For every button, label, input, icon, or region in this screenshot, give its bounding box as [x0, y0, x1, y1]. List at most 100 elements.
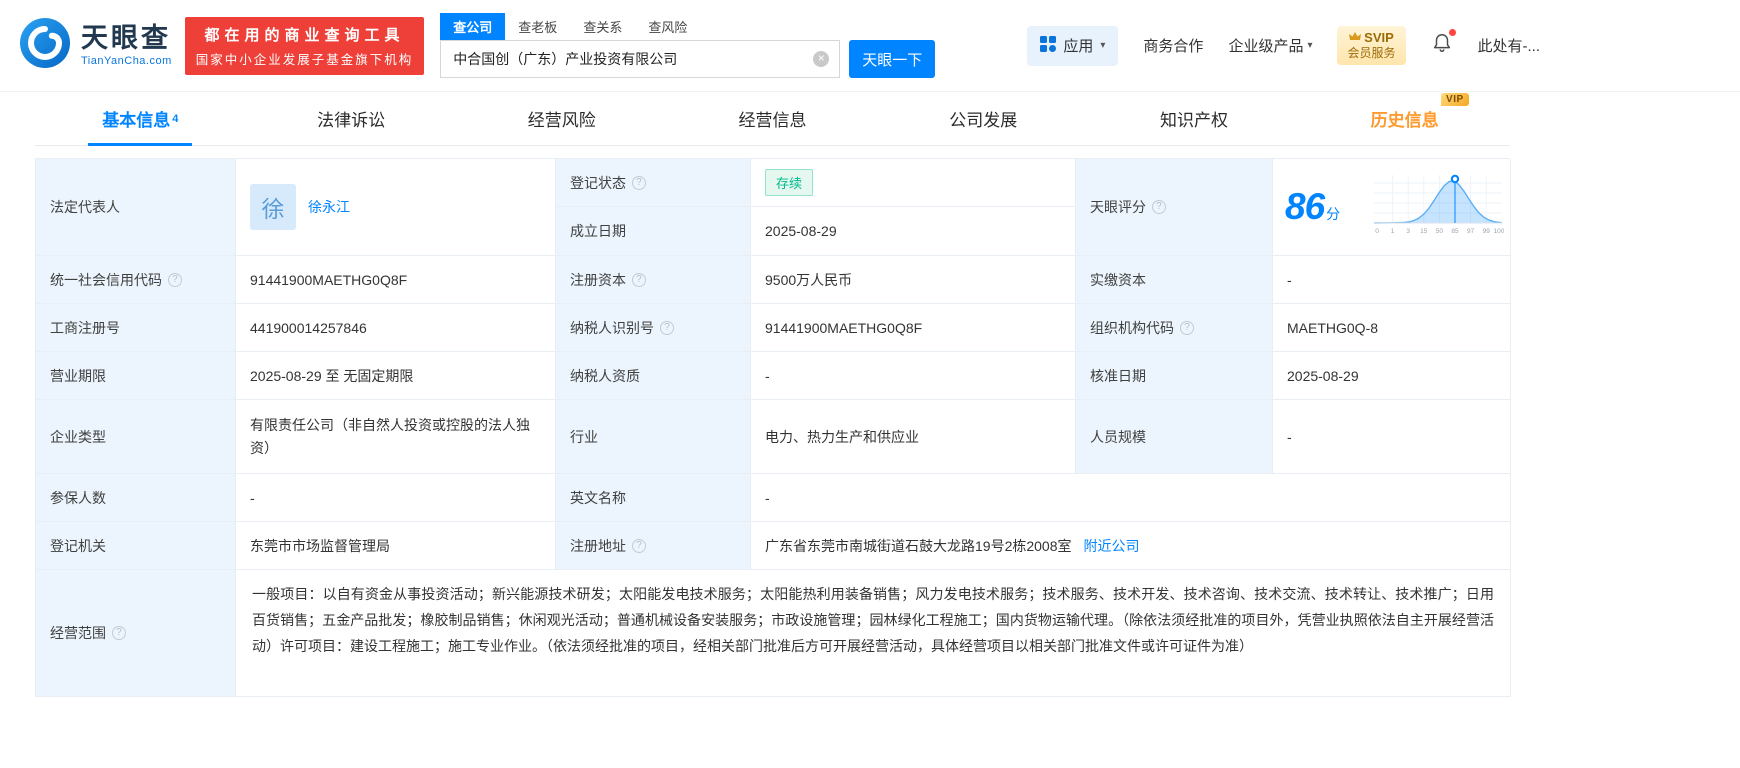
value-registration-number: 441900014257846	[236, 304, 556, 352]
help-icon[interactable]: ?	[112, 626, 126, 640]
value-industry: 电力、热力生产和供应业	[751, 400, 1076, 474]
label-credit-code: 统一社会信用代码?	[36, 256, 236, 304]
section-tabs: 基本信息4 法律诉讼 经营风险 经营信息 公司发展 知识产权 历史信息 VIP	[35, 92, 1510, 146]
tab-legal-proceedings[interactable]: 法律诉讼	[246, 92, 457, 145]
help-icon[interactable]: ?	[1180, 321, 1194, 335]
label-enterprise-type: 企业类型	[36, 400, 236, 474]
menu-business-cooperation[interactable]: 商务合作	[1143, 35, 1203, 56]
value-registered-capital: 9500万人民币	[751, 256, 1076, 304]
search-box: ×	[440, 40, 840, 78]
value-registered-address: 广东省东莞市南城街道石鼓大龙路19号2栋2008室 附近公司	[751, 522, 1511, 570]
value-business-term: 2025-08-29 至 无固定期限	[236, 352, 556, 400]
label-english-name: 英文名称	[556, 474, 751, 522]
label-staff-size: 人员规模	[1076, 400, 1273, 474]
help-icon[interactable]: ?	[1152, 200, 1166, 214]
help-icon[interactable]: ?	[632, 273, 646, 287]
menu-enterprise-products[interactable]: 企业级产品 ▾	[1228, 35, 1312, 56]
tab-operating-risk[interactable]: 经营风险	[456, 92, 667, 145]
label-registration-number: 工商注册号	[36, 304, 236, 352]
score-distribution-chart: 0 1 3 15 50 85 97 99 100	[1374, 173, 1504, 242]
apps-button[interactable]: 应用 ▾	[1027, 26, 1118, 66]
search-tabs: 查公司 查老板 查关系 查风险	[440, 13, 935, 40]
tianyancha-logo[interactable]: 天眼查 TianYanCha.com	[18, 16, 172, 75]
brand-name: 天眼查	[81, 24, 172, 52]
value-legal-representative: 徐 徐永江	[236, 159, 556, 256]
value-credit-code: 91441900MAETHG0Q8F	[236, 256, 556, 304]
tab-basic-info-label: 基本信息	[102, 106, 170, 131]
value-business-scope: 一般项目：以自有资金从事投资活动；新兴能源技术研发；太阳能发电技术服务；太阳能热…	[236, 570, 1511, 697]
label-taxpayer-qualification: 纳税人资质	[556, 352, 751, 400]
eye-logo-icon	[18, 16, 72, 75]
help-icon[interactable]: ?	[632, 539, 646, 553]
slogan-line2: 国家中小企业发展子基金旗下机构	[196, 49, 414, 68]
value-registration-status: 存续	[751, 159, 1076, 207]
label-business-scope: 经营范围?	[36, 570, 236, 697]
clear-search-icon[interactable]: ×	[813, 51, 829, 67]
search-submit-button[interactable]: 天眼一下	[849, 40, 935, 78]
tab-history-info[interactable]: 历史信息 VIP	[1299, 92, 1510, 145]
legal-rep-avatar[interactable]: 徐	[250, 184, 296, 230]
tab-company-development[interactable]: 公司发展	[878, 92, 1089, 145]
label-organization-code: 组织机构代码?	[1076, 304, 1273, 352]
svg-text:0: 0	[1375, 228, 1379, 235]
label-insured-count: 参保人数	[36, 474, 236, 522]
tab-basic-info[interactable]: 基本信息4	[35, 92, 246, 145]
score-unit: 分	[1326, 204, 1340, 224]
enterprise-products-label: 企业级产品	[1228, 35, 1303, 56]
search-tab-company[interactable]: 查公司	[440, 13, 505, 40]
svg-text:100: 100	[1494, 228, 1504, 235]
label-tianyan-score: 天眼评分?	[1076, 159, 1273, 256]
help-icon[interactable]: ?	[168, 273, 182, 287]
label-registered-address: 注册地址?	[556, 522, 751, 570]
tab-operating-info[interactable]: 经营信息	[667, 92, 878, 145]
crown-icon	[1349, 30, 1361, 46]
svg-text:97: 97	[1467, 228, 1475, 235]
help-icon[interactable]: ?	[632, 176, 646, 190]
svg-text:15: 15	[1420, 228, 1428, 235]
chevron-down-icon: ▾	[1100, 40, 1105, 51]
svg-text:85: 85	[1451, 228, 1459, 235]
notification-dot	[1449, 29, 1456, 36]
value-registration-authority: 东莞市市场监督管理局	[236, 522, 556, 570]
value-english-name: -	[751, 474, 1511, 522]
notification-bell[interactable]	[1431, 32, 1453, 59]
nearby-company-link[interactable]: 附近公司	[1084, 536, 1140, 556]
value-paid-in-capital: -	[1273, 256, 1511, 304]
help-icon[interactable]: ?	[660, 321, 674, 335]
brand-domain: TianYanCha.com	[81, 55, 172, 67]
search-tab-boss[interactable]: 查老板	[505, 13, 570, 40]
svip-badge[interactable]: SVIP 会员服务	[1337, 26, 1405, 65]
status-badge: 存续	[765, 169, 813, 196]
label-establish-date: 成立日期	[556, 207, 751, 256]
label-legal-representative: 法定代表人	[36, 159, 236, 256]
registered-address-text: 广东省东莞市南城街道石鼓大龙路19号2栋2008室	[765, 536, 1072, 556]
svg-text:99: 99	[1483, 228, 1491, 235]
search-tab-risk[interactable]: 查风险	[635, 13, 700, 40]
value-organization-code: MAETHG0Q-8	[1273, 304, 1511, 352]
slogan-banner: 都在用的商业查询工具 国家中小企业发展子基金旗下机构	[185, 17, 425, 75]
slogan-line1: 都在用的商业查询工具	[196, 24, 414, 45]
label-paid-in-capital: 实缴资本	[1076, 256, 1273, 304]
user-menu[interactable]: 此处有-...	[1478, 35, 1541, 56]
value-insured-count: -	[236, 474, 556, 522]
bell-icon	[1431, 32, 1453, 59]
value-establish-date: 2025-08-29	[751, 207, 1076, 256]
company-search-input[interactable]	[453, 51, 813, 67]
value-approval-date: 2025-08-29	[1273, 352, 1511, 400]
label-taxpayer-id: 纳税人识别号?	[556, 304, 751, 352]
search-tab-relation[interactable]: 查关系	[570, 13, 635, 40]
tab-basic-info-count: 4	[172, 113, 178, 125]
apps-grid-icon	[1040, 36, 1056, 56]
tab-intellectual-property[interactable]: 知识产权	[1089, 92, 1300, 145]
legal-rep-link[interactable]: 徐永江	[308, 197, 350, 217]
value-enterprise-type: 有限责任公司（非自然人投资或控股的法人独资）	[236, 400, 556, 474]
vip-tag: VIP	[1441, 93, 1469, 106]
label-business-term: 营业期限	[36, 352, 236, 400]
basic-info-table: 法定代表人 徐 徐永江 登记状态? 存续 成立日期 2025-08-29 天眼评…	[35, 158, 1510, 697]
label-industry: 行业	[556, 400, 751, 474]
apps-label: 应用	[1063, 35, 1093, 56]
svg-text:3: 3	[1406, 228, 1410, 235]
chevron-down-icon: ▾	[1307, 40, 1312, 51]
value-taxpayer-qualification: -	[751, 352, 1076, 400]
tab-history-info-label: 历史信息	[1371, 111, 1439, 130]
